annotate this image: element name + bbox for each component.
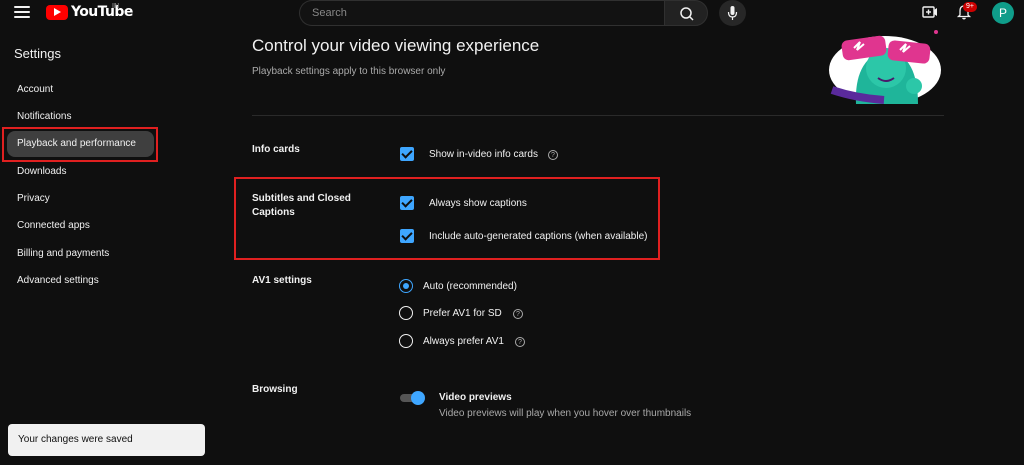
- av1-prefer-sd-label: Prefer AV1 for SD: [423, 308, 502, 319]
- info-cards-help-icon[interactable]: ?: [548, 150, 558, 160]
- sidebar-item-account[interactable]: Account: [7, 77, 154, 103]
- voice-search-button[interactable]: [719, 0, 746, 26]
- section-divider: [252, 115, 944, 116]
- microphone-icon: [727, 6, 738, 20]
- page-title: Control your video viewing experience: [252, 36, 540, 55]
- toggle-knob: [411, 391, 425, 405]
- sidebar-item-privacy[interactable]: Privacy: [7, 186, 154, 212]
- av1-always-help-icon[interactable]: ?: [515, 337, 525, 347]
- sidebar-item-connected-apps[interactable]: Connected apps: [7, 213, 154, 239]
- av1-auto-radio[interactable]: [399, 279, 413, 293]
- video-previews-desc: Video previews will play when you hover …: [439, 408, 692, 419]
- search-box: [299, 0, 664, 26]
- saved-toast: Your changes were saved: [8, 424, 205, 456]
- create-video-icon[interactable]: [922, 5, 938, 19]
- av1-prefer-sd-radio[interactable]: [399, 306, 413, 320]
- playback-illustration: [829, 30, 941, 104]
- av1-label: AV1 settings: [252, 275, 312, 286]
- highlight-box-sidebar: [2, 127, 158, 162]
- highlight-box-captions: [234, 177, 660, 260]
- sidebar-item-advanced[interactable]: Advanced settings: [7, 268, 154, 294]
- info-cards-label: Info cards: [252, 144, 300, 155]
- av1-always-label: Always prefer AV1: [423, 336, 504, 347]
- sidebar-item-billing[interactable]: Billing and payments: [7, 241, 154, 267]
- info-cards-option: Show in-video info cards: [429, 149, 538, 160]
- search-input[interactable]: [300, 1, 664, 25]
- page-subtitle: Playback settings apply to this browser …: [252, 66, 446, 77]
- sidebar-item-downloads[interactable]: Downloads: [7, 159, 154, 185]
- youtube-play-icon: [46, 4, 68, 20]
- logo-text: YouTube: [71, 4, 133, 20]
- av1-prefer-sd-help-icon[interactable]: ?: [513, 309, 523, 319]
- av1-always-radio[interactable]: [399, 334, 413, 348]
- search-icon: [680, 7, 694, 21]
- av1-auto-label: Auto (recommended): [423, 281, 517, 292]
- video-previews-title: Video previews: [439, 392, 512, 403]
- top-bar: YouTube IN 9+ P: [0, 0, 1024, 26]
- search-button[interactable]: [664, 0, 708, 26]
- avatar[interactable]: P: [992, 2, 1014, 24]
- video-previews-toggle[interactable]: [400, 391, 425, 405]
- notification-badge: 9+: [963, 2, 977, 12]
- info-cards-checkbox[interactable]: [400, 147, 414, 161]
- youtube-logo[interactable]: YouTube IN: [46, 3, 133, 20]
- settings-title: Settings: [14, 46, 61, 61]
- logo-region: IN: [112, 3, 119, 10]
- browsing-label: Browsing: [252, 384, 298, 395]
- menu-icon[interactable]: [14, 6, 30, 20]
